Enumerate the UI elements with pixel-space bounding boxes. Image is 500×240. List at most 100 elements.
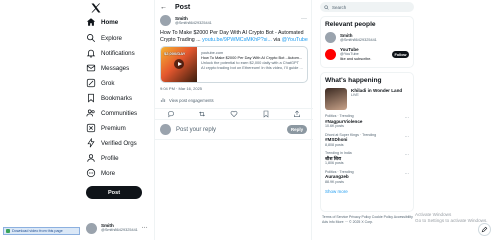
view-engagements-link[interactable]: View post engagements	[160, 97, 214, 103]
windows-activation-watermark: Activate Windows Go to Settings to activ…	[415, 212, 488, 224]
heart-icon[interactable]	[230, 110, 238, 118]
download-video-bar[interactable]: Download video from this page	[3, 227, 80, 235]
reply-input[interactable]: Post your reply	[176, 127, 287, 133]
bar-chart-icon	[160, 98, 166, 102]
avatar	[86, 222, 97, 234]
nav-messages[interactable]: Messages	[86, 62, 129, 74]
youtube-logo-icon	[325, 49, 336, 60]
link-card[interactable]: $2,000/DAY youtube.com How To Make $2000…	[160, 46, 308, 83]
more-dots-icon[interactable]: ···	[405, 152, 409, 157]
more-dots-icon[interactable]: ···	[405, 115, 409, 120]
person-bio: like and subscribe.	[340, 57, 372, 61]
reply-button[interactable]: Reply	[287, 125, 307, 134]
trend-item[interactable]: Dhoni at Super Kings · Trending #MSDhoni…	[321, 131, 413, 150]
more-dots-icon[interactable]: ···	[301, 16, 307, 22]
person-handle: @Smith86429325441	[340, 37, 377, 42]
watermark-line2: Go to Settings to activate Windows.	[415, 218, 488, 223]
post-button[interactable]: Post	[86, 186, 142, 199]
post-header: ← Post	[155, 0, 313, 14]
nav-label: Notifications	[101, 49, 135, 57]
reply-composer: Post your reply Reply	[155, 120, 313, 140]
grok-icon	[86, 78, 96, 88]
show-more-link[interactable]: Show more	[321, 186, 413, 197]
right-sidebar: Search Relevant people Smith @Smith86429…	[320, 0, 415, 240]
trend-posts: 1,806 posts	[325, 161, 344, 166]
featured-live-item[interactable]: Khiladi in Wonder Land LIVE	[321, 86, 413, 112]
tweet-actions	[155, 108, 313, 120]
envelope-icon	[86, 64, 96, 72]
back-arrow-icon[interactable]: ←	[160, 4, 167, 11]
thumbnail-text: $2,000/DAY	[164, 51, 186, 56]
nav-label: Communities	[101, 109, 138, 117]
lightning-icon	[87, 138, 95, 148]
nav-home[interactable]: Home	[86, 16, 118, 28]
author-handle: @Smith86429325441	[175, 20, 212, 25]
whats-happening-title: What's happening	[325, 77, 382, 84]
person-row[interactable]: Smith @Smith86429325441	[321, 30, 413, 45]
person-icon	[87, 154, 95, 162]
account-handle: @Smith86429325441	[101, 228, 138, 232]
whats-happening-panel: What's happening Khiladi in Wonder Land …	[320, 72, 414, 212]
repost-icon[interactable]	[198, 110, 206, 118]
nav-label: Profile	[101, 154, 119, 162]
nav-grok[interactable]: Grok	[86, 77, 114, 89]
trend-item[interactable]: Politics · Trending #NagpurViolence 10.6…	[321, 112, 413, 131]
tweet-via: via	[271, 36, 282, 43]
avatar	[160, 15, 171, 26]
bookmark-icon	[88, 93, 94, 103]
nav-profile[interactable]: Profile	[86, 152, 119, 164]
trend-posts: 88.9K posts	[325, 179, 344, 184]
relevant-people-title: Relevant people	[325, 21, 376, 28]
left-nav: Home Explore Notifications Messages Grok…	[80, 0, 154, 240]
more-dots-icon[interactable]: ···	[405, 134, 409, 139]
compose-message-icon	[481, 226, 488, 233]
more-circle-icon	[86, 168, 96, 178]
nav-label: Grok	[101, 79, 115, 87]
bell-icon	[86, 49, 96, 58]
nav-premium[interactable]: Premium	[86, 122, 126, 134]
reply-icon[interactable]	[167, 110, 175, 118]
page-title: Post	[175, 3, 191, 11]
person-row[interactable]: YouTube @YouTube like and subscribe. Fol…	[321, 45, 413, 64]
featured-thumbnail	[325, 88, 347, 110]
nav-label: Home	[101, 18, 119, 26]
card-description: Unlock the potential to earn $2,000 dail…	[201, 60, 303, 70]
play-icon	[174, 59, 184, 69]
messages-drawer-button[interactable]	[478, 223, 491, 236]
tweet-link[interactable]: youtu.be/9PWMCsMKhP?si...	[202, 37, 272, 43]
relevant-people-panel: Relevant people Smith @Smith86429325441 …	[320, 16, 414, 68]
follow-button[interactable]: Follow	[392, 51, 409, 58]
home-icon	[86, 18, 96, 26]
nav-communities[interactable]: Communities	[86, 107, 137, 119]
tweet-timestamp[interactable]: 9:04 PM · Mar 16, 2025	[160, 86, 202, 91]
search-icon	[324, 4, 329, 10]
account-switcher[interactable]: Smith @Smith86429325441 ···	[86, 220, 156, 236]
engagements-label: View post engagements	[169, 97, 214, 103]
bookmark-icon[interactable]	[262, 110, 270, 118]
nav-label: Messages	[101, 64, 130, 72]
youtube-mention-link[interactable]: @YouTube	[282, 37, 308, 43]
avatar	[160, 124, 171, 135]
nav-label: Verified Orgs	[101, 139, 137, 147]
download-check-icon	[6, 229, 10, 233]
nav-label: Bookmarks	[101, 94, 132, 102]
search-input[interactable]: Search	[320, 2, 414, 12]
search-icon	[87, 34, 96, 43]
x-premium-icon	[86, 123, 96, 133]
nav-verified-orgs[interactable]: Verified Orgs	[86, 137, 137, 149]
share-icon[interactable]	[293, 110, 301, 118]
tweet-author[interactable]: Smith @Smith86429325441	[160, 15, 212, 26]
nav-explore[interactable]: Explore	[86, 32, 122, 44]
footer-links[interactable]: Terms of Service Privacy Policy Cookie P…	[322, 215, 418, 225]
avatar	[325, 32, 336, 43]
more-dots-icon[interactable]: ···	[405, 171, 409, 176]
more-dots-icon: ···	[141, 225, 148, 231]
nav-more[interactable]: More	[86, 167, 115, 179]
nav-notifications[interactable]: Notifications	[86, 47, 135, 59]
nav-bookmarks[interactable]: Bookmarks	[86, 92, 132, 104]
x-logo-icon[interactable]	[90, 2, 102, 14]
nav-label: More	[101, 169, 116, 177]
trend-item[interactable]: Trending in India शीश शिरा 1,806 posts ·…	[321, 149, 413, 168]
trend-item[interactable]: Politics · Trending Aurangzeb 88.9K post…	[321, 168, 413, 187]
trend-posts: 8,808 posts	[325, 142, 344, 147]
